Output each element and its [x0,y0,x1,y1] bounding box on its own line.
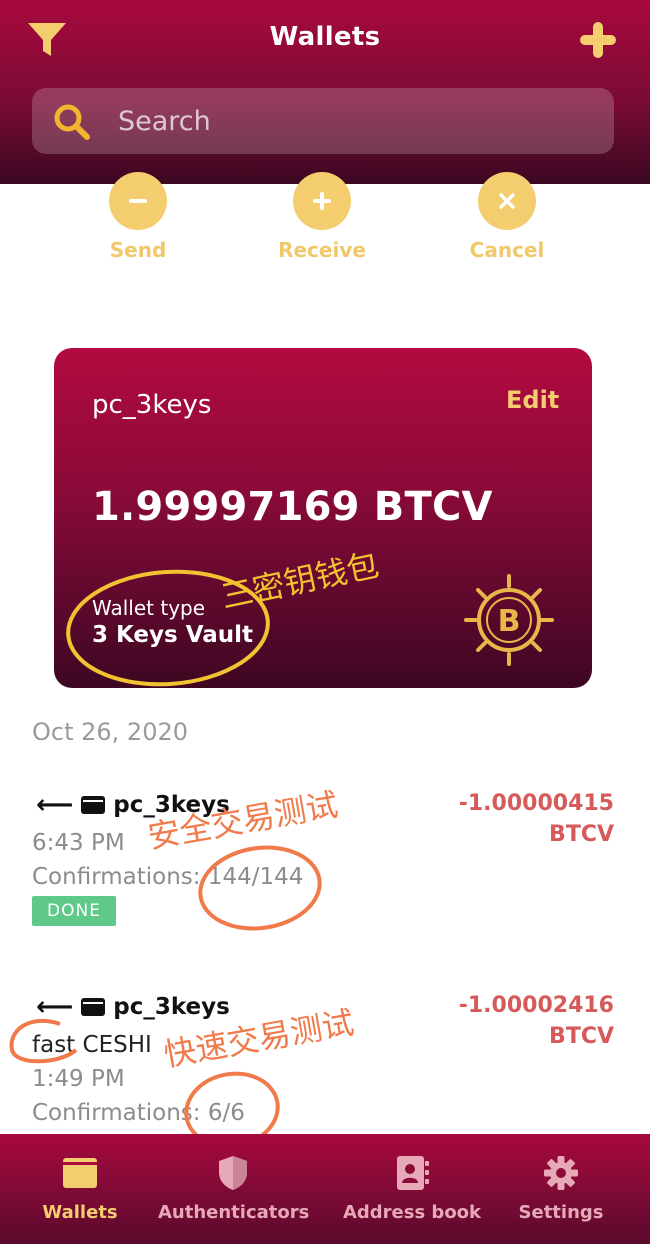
plus-icon [580,22,616,58]
wallet-card[interactable]: pc_3keys Edit 1.99997169 BTCV Wallet typ… [54,348,592,688]
bottom-nav: Wallets Authenticators Address book Sett… [0,1134,650,1244]
send-circle[interactable] [109,172,167,230]
close-icon [499,193,515,209]
tx-2-time: 1:49 PM [32,1066,125,1092]
tx-1-time: 6:43 PM [32,830,125,856]
nav-authenticators-label: Authenticators [158,1202,310,1223]
cancel-circle[interactable] [478,172,536,230]
nav-settings-label: Settings [518,1202,604,1223]
nav-wallets-label: Wallets [42,1202,118,1223]
search-bar[interactable] [32,88,614,154]
nav-authenticators[interactable]: Authenticators [158,1154,310,1234]
tx-2-amount-value: -1.00002416 [458,993,614,1018]
nav-wallets[interactable]: Wallets [20,1154,140,1234]
arrow-left-icon: ⟵ [36,790,74,820]
wallet-type-label: Wallet type [92,596,206,620]
svg-text:B: B [498,604,521,639]
nav-address-book-label: Address book [342,1202,482,1223]
minus-icon [129,199,147,203]
edit-button[interactable]: Edit [506,386,559,414]
wallet-icon [81,796,106,814]
bitcoin-vault-icon: B [464,574,554,666]
wallet-icon [63,1158,97,1188]
plus-icon [313,192,331,210]
tx-1-amount-value: -1.00000415 [458,791,614,816]
tx-1-amount: -1.00000415 BTCV [414,788,614,850]
tx-2-wallet-name: pc_3keys [113,994,230,1020]
wallet-balance: 1.99997169 BTCV [92,484,493,530]
gear-icon [544,1156,578,1190]
status-badge: DONE [32,896,116,926]
receive-circle[interactable] [293,172,351,230]
wallet-name: pc_3keys [92,390,212,420]
header: Wallets [0,0,650,184]
tx-2-amount-currency: BTCV [549,1024,614,1049]
search-icon [54,104,90,140]
cancel-label: Cancel [469,238,545,262]
receive-label: Receive [278,238,366,262]
tx-2-memo: fast CESHI [32,1032,152,1058]
date-header: Oct 26, 2020 [32,718,188,746]
arrow-left-icon: ⟵ [36,992,74,1022]
send-button[interactable]: Send [73,172,203,268]
receive-button[interactable]: Receive [257,172,387,268]
add-wallet-button[interactable] [578,20,618,60]
search-input[interactable] [118,96,588,146]
wallet-type-value: 3 Keys Vault [92,622,254,648]
tx-1-amount-currency: BTCV [549,822,614,847]
shield-icon [219,1156,247,1190]
cancel-button[interactable]: Cancel [442,172,572,268]
page-title: Wallets [269,22,381,52]
tx-2-wallet[interactable]: ⟵ pc_3keys [36,992,230,1022]
nav-address-book[interactable]: Address book [342,1154,482,1234]
tx-2-confirmations: Confirmations: 6/6 [32,1100,245,1126]
tx-1-confirmations: Confirmations: 144/144 [32,864,304,890]
wallet-icon [81,998,106,1016]
tx-2-amount: -1.00002416 BTCV [414,990,614,1052]
send-label: Send [109,238,167,262]
nav-settings[interactable]: Settings [506,1154,616,1234]
address-book-icon [397,1156,429,1190]
